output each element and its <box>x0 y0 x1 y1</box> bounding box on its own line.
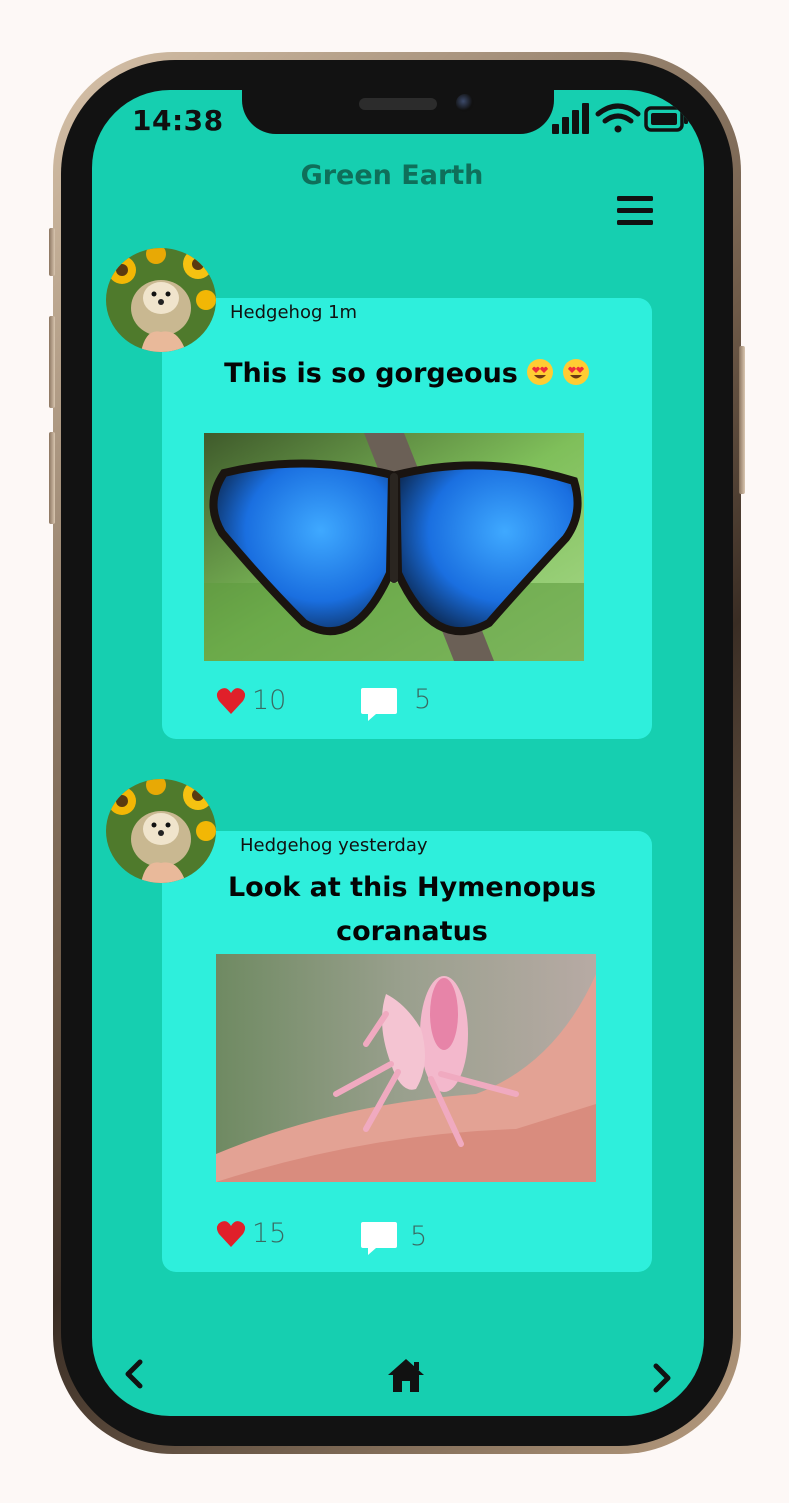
chevron-right-icon[interactable] <box>642 1358 682 1398</box>
post-meta: Hedgehog 1m <box>230 302 358 323</box>
chevron-left-icon[interactable] <box>114 1354 154 1394</box>
like-button[interactable]: 15 <box>216 1218 286 1249</box>
comment-icon <box>361 688 397 721</box>
battery-icon <box>644 106 688 132</box>
signal-icon <box>552 103 589 134</box>
menu-icon[interactable] <box>617 194 653 228</box>
volume-up-button <box>49 316 55 408</box>
heart-icon <box>216 687 246 714</box>
volume-down-button <box>49 432 55 524</box>
power-button <box>739 346 745 494</box>
blue-morpho-butterfly-image <box>204 433 584 661</box>
wifi-icon <box>595 103 641 133</box>
front-camera <box>456 94 474 112</box>
post-image[interactable] <box>204 433 584 661</box>
status-time: 14:38 <box>132 104 224 137</box>
post-meta: Hedgehog yesterday <box>240 835 428 856</box>
home-icon[interactable] <box>386 1356 426 1396</box>
post-title-line: Look at this Hymenopus <box>227 872 597 903</box>
post-title: This is so gorgeous <box>162 352 652 396</box>
heart-eyes-emoji <box>526 359 553 385</box>
post-image[interactable] <box>216 954 596 1182</box>
like-count: 15 <box>252 1218 287 1249</box>
orchid-mantis-image <box>216 954 596 1182</box>
hedgehog-avatar-image <box>106 248 216 352</box>
avatar[interactable] <box>106 248 216 352</box>
like-count: 10 <box>252 685 287 716</box>
heart-eyes-emoji <box>562 359 589 385</box>
silent-switch <box>49 228 55 276</box>
post-title-text: This is so gorgeous <box>224 358 518 389</box>
comment-icon <box>361 1222 397 1255</box>
notch <box>242 90 554 134</box>
post-title: Look at this Hymenopus coranatus <box>162 866 662 954</box>
comment-button[interactable]: 5 <box>360 1220 427 1258</box>
heart-icon <box>216 1220 246 1247</box>
like-button[interactable]: 10 <box>216 685 286 716</box>
phone-screen: 14:38 Green Earth Hedgehog 1m This is so… <box>92 90 704 1416</box>
comment-button[interactable]: 5 <box>360 683 432 724</box>
comment-count: 5 <box>414 683 432 715</box>
app-title: Green Earth <box>300 160 484 191</box>
status-icons <box>552 103 688 134</box>
comment-count: 5 <box>410 1220 428 1252</box>
post-title-line: coranatus <box>336 916 488 947</box>
speaker <box>359 98 437 110</box>
